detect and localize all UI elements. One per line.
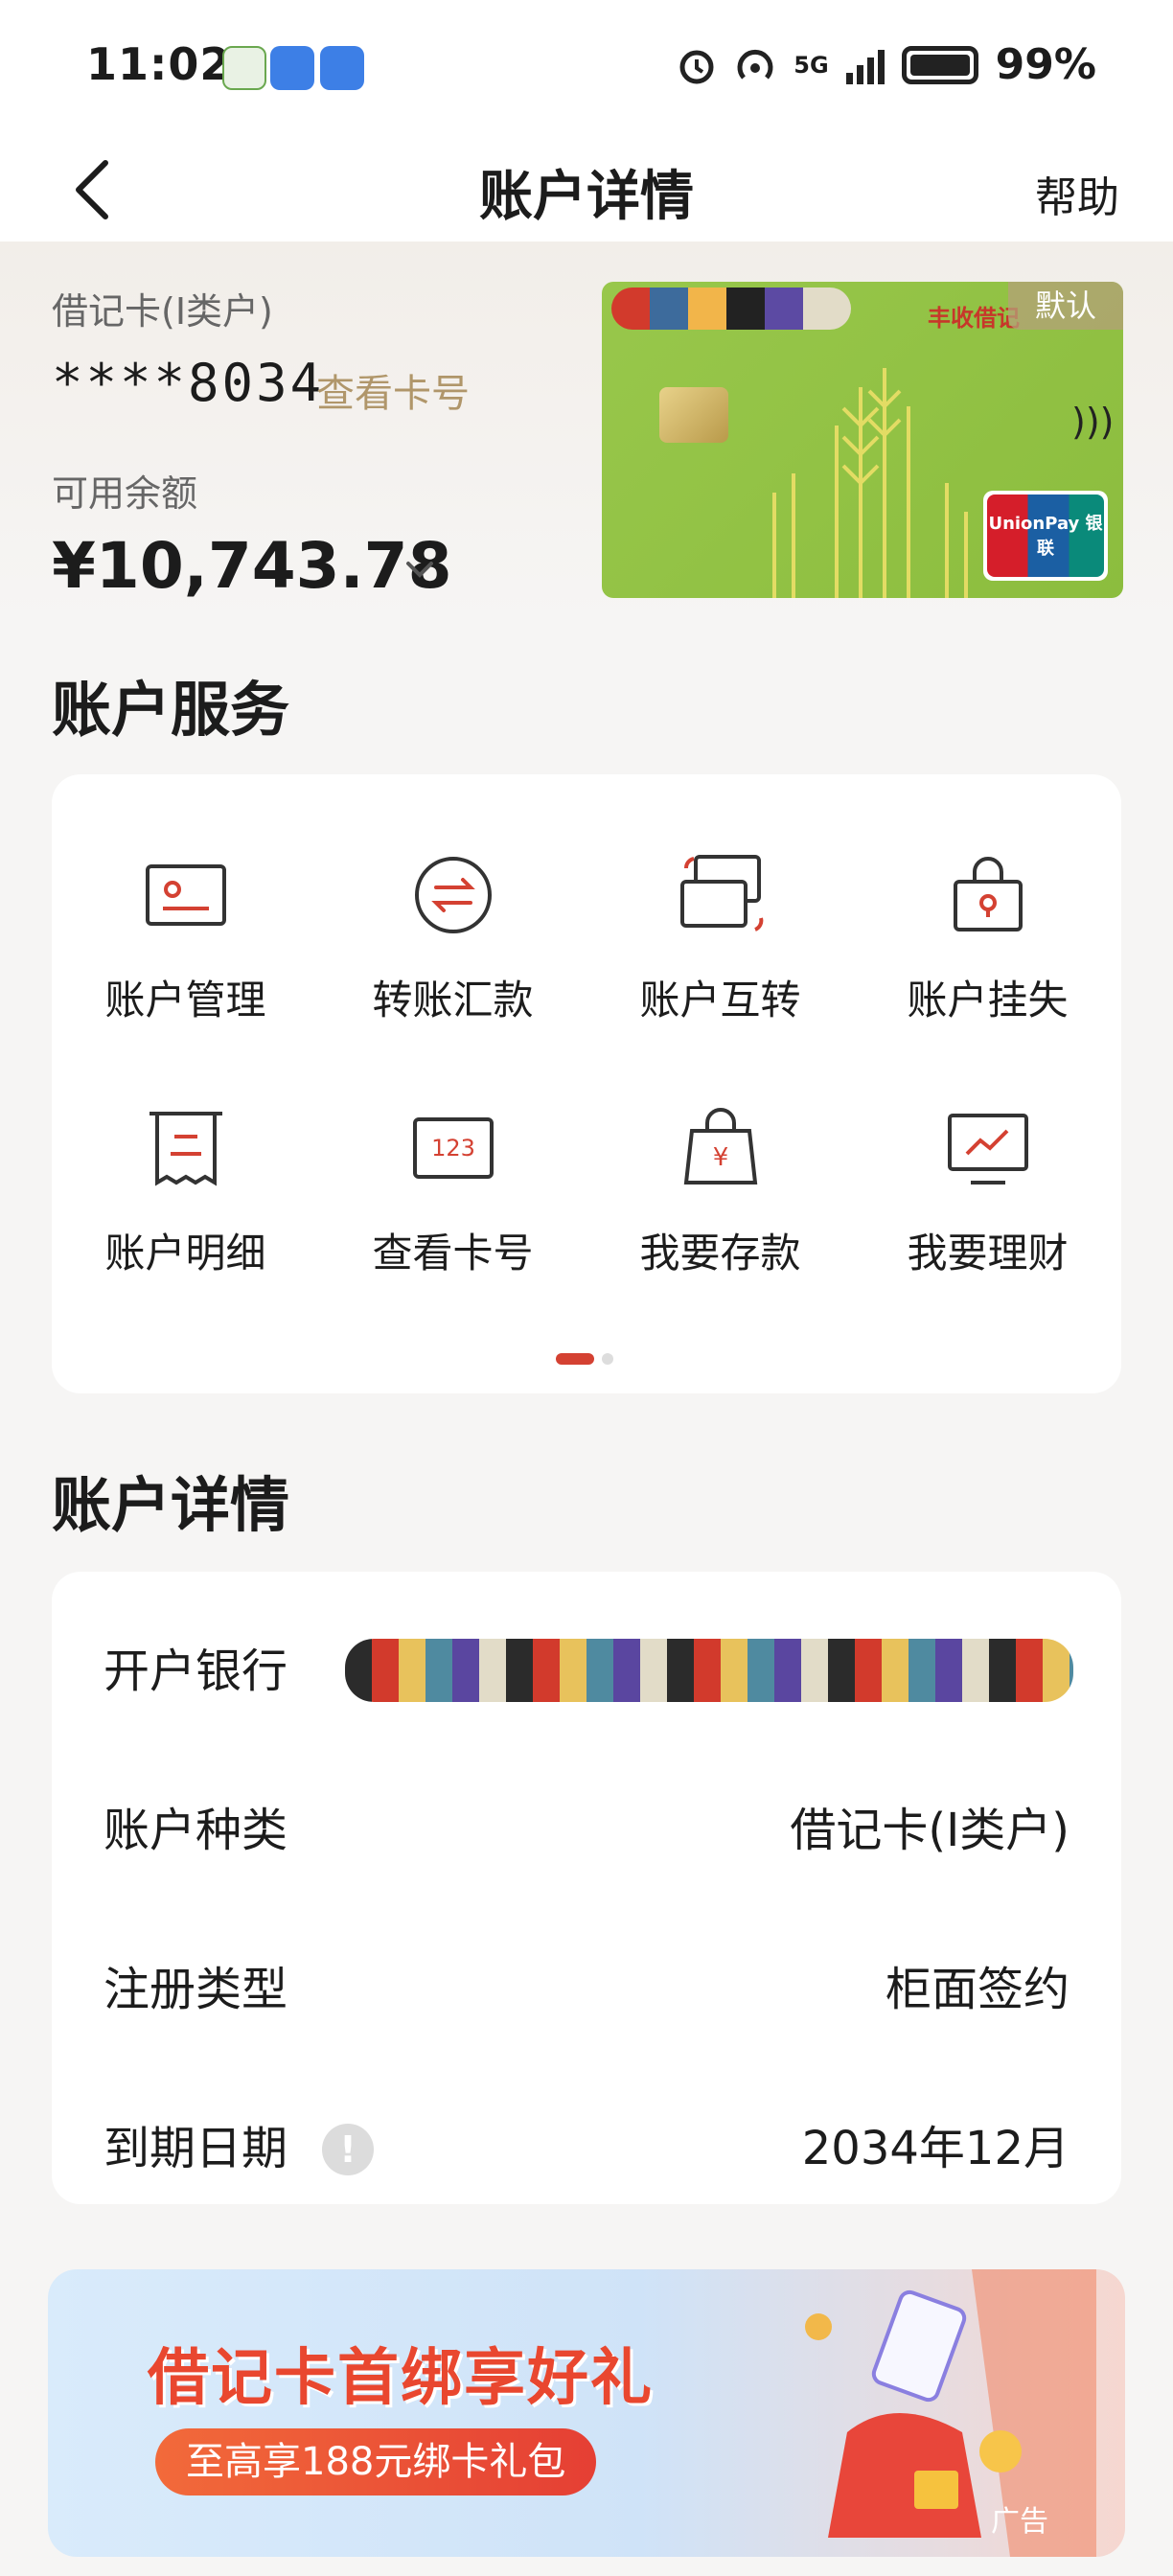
alarm-icon xyxy=(679,50,714,83)
view-card-number-link[interactable]: 查看卡号 xyxy=(316,362,470,418)
wheat-pattern-decoration xyxy=(772,368,968,598)
battery-icon xyxy=(901,45,978,84)
status-bar: 11:02 5G 99% xyxy=(0,0,1173,134)
page-indicator xyxy=(556,1353,613,1365)
status-time: 11:02 xyxy=(86,38,232,90)
signal-icon xyxy=(845,46,885,84)
service-label: 账户管理 xyxy=(104,977,266,1024)
service-account-details[interactable]: 账户明细 xyxy=(52,1102,319,1279)
card-bank-name: 丰收借记 xyxy=(928,305,1020,332)
services-grid: 账户管理 转账汇款 账户互转 账户挂失 账户明细 123 查看卡号 ¥ 我要存款… xyxy=(52,774,1121,1393)
detail-value: 柜面签约 xyxy=(885,1963,1070,2016)
page-dot-active xyxy=(556,1353,594,1365)
detail-row-bank: 开户银行 xyxy=(104,1620,1073,1702)
redacted-card-number xyxy=(611,288,851,330)
receipt-icon xyxy=(149,1112,222,1186)
details-section-title: 账户详情 xyxy=(52,1470,290,1540)
service-wealth[interactable]: 我要理财 xyxy=(854,1102,1121,1279)
account-details-list: 开户银行 账户种类 借记卡(I类户) 注册类型 柜面签约 到期日期 ! 2034… xyxy=(52,1572,1121,2204)
ad-tag: 广告 xyxy=(991,2505,1048,2539)
service-report-loss[interactable]: 账户挂失 xyxy=(854,849,1121,1026)
service-label: 查看卡号 xyxy=(372,1230,534,1276)
service-label: 账户挂失 xyxy=(907,977,1069,1024)
banner-title: 借记卡首绑享好礼 xyxy=(148,2343,654,2414)
detail-label: 开户银行 xyxy=(104,1644,288,1698)
service-label: 我要存款 xyxy=(639,1230,801,1276)
service-label: 账户互转 xyxy=(639,977,801,1024)
help-button[interactable]: 帮助 xyxy=(1035,163,1119,224)
service-label: 账户明细 xyxy=(104,1230,266,1276)
default-card-badge: 默认 xyxy=(1008,282,1123,330)
chevron-down-icon[interactable] xyxy=(401,550,439,588)
cards-swap-icon xyxy=(679,855,763,932)
message-app-icon xyxy=(270,46,314,90)
promo-banner[interactable]: 借记卡首绑享好礼 至高享188元绑卡礼包 广告 xyxy=(48,2269,1125,2557)
service-account-management[interactable]: 账户管理 xyxy=(52,849,319,1026)
service-transfer[interactable]: 转账汇款 xyxy=(319,849,586,1026)
svg-text:123: 123 xyxy=(431,1135,475,1162)
unionpay-logo-text: UnionPay 银联 xyxy=(987,494,1104,577)
gift-bag-illustration xyxy=(805,2269,1096,2557)
detail-row-account-type: 账户种类 借记卡(I类户) xyxy=(104,1779,1070,1857)
services-section-title: 账户服务 xyxy=(52,675,290,745)
lock-bag-icon xyxy=(953,857,1023,932)
bank-card-image[interactable]: 丰收借记 默认 ))) UnionPay 银联 xyxy=(602,282,1123,598)
detail-label: 到期日期 xyxy=(104,2122,288,2175)
detail-row-expiry: 到期日期 ! 2034年12月 xyxy=(104,2097,1070,2175)
app-market-icon xyxy=(320,46,364,90)
transfer-icon xyxy=(414,857,492,933)
detail-row-registration: 注册类型 柜面签约 xyxy=(104,1938,1070,2016)
status-indicators: 5G 99% xyxy=(677,40,1096,89)
battery-level: 99% xyxy=(995,40,1096,89)
balance-amount: ¥10,743.78 xyxy=(52,529,452,603)
network-type: 5G xyxy=(794,51,829,79)
chart-monitor-icon xyxy=(947,1114,1028,1184)
unionpay-logo: UnionPay 银联 xyxy=(983,491,1108,581)
account-type: 借记卡(I类户) xyxy=(52,290,273,333)
card-chip-icon xyxy=(659,387,728,443)
service-deposit[interactable]: ¥ 我要存款 xyxy=(586,1102,854,1279)
service-account-swap[interactable]: 账户互转 xyxy=(586,849,854,1026)
banner-subtitle: 至高享188元绑卡礼包 xyxy=(155,2428,597,2496)
nav-bar: 账户详情 帮助 xyxy=(0,134,1173,242)
detail-label: 注册类型 xyxy=(104,1963,288,2016)
service-label: 我要理财 xyxy=(907,1230,1069,1276)
deposit-bag-icon: ¥ xyxy=(683,1108,757,1184)
page-dot xyxy=(602,1353,613,1365)
bank-app-icon xyxy=(222,46,266,90)
account-summary: 借记卡(I类户) ****8034 查看卡号 可用余额 ¥10,743.78 丰… xyxy=(0,242,1173,625)
masked-card-number: ****8034 xyxy=(52,353,325,413)
redacted-bank-name xyxy=(345,1639,1073,1702)
detail-label: 账户种类 xyxy=(104,1804,288,1857)
service-view-card-number[interactable]: 123 查看卡号 xyxy=(319,1102,586,1279)
contactless-icon: ))) xyxy=(1071,401,1115,443)
detail-value: 2034年12月 xyxy=(801,2122,1070,2175)
info-icon[interactable]: ! xyxy=(322,2124,374,2175)
hotspot-icon xyxy=(737,49,773,80)
page-title: 账户详情 xyxy=(479,166,694,228)
balance-label: 可用余额 xyxy=(52,472,198,515)
id-card-icon xyxy=(145,864,226,926)
detail-value: 借记卡(I类户) xyxy=(790,1804,1070,1857)
svg-text:¥: ¥ xyxy=(712,1143,728,1172)
service-label: 转账汇款 xyxy=(372,977,534,1024)
card-number-icon: 123 xyxy=(412,1117,494,1179)
